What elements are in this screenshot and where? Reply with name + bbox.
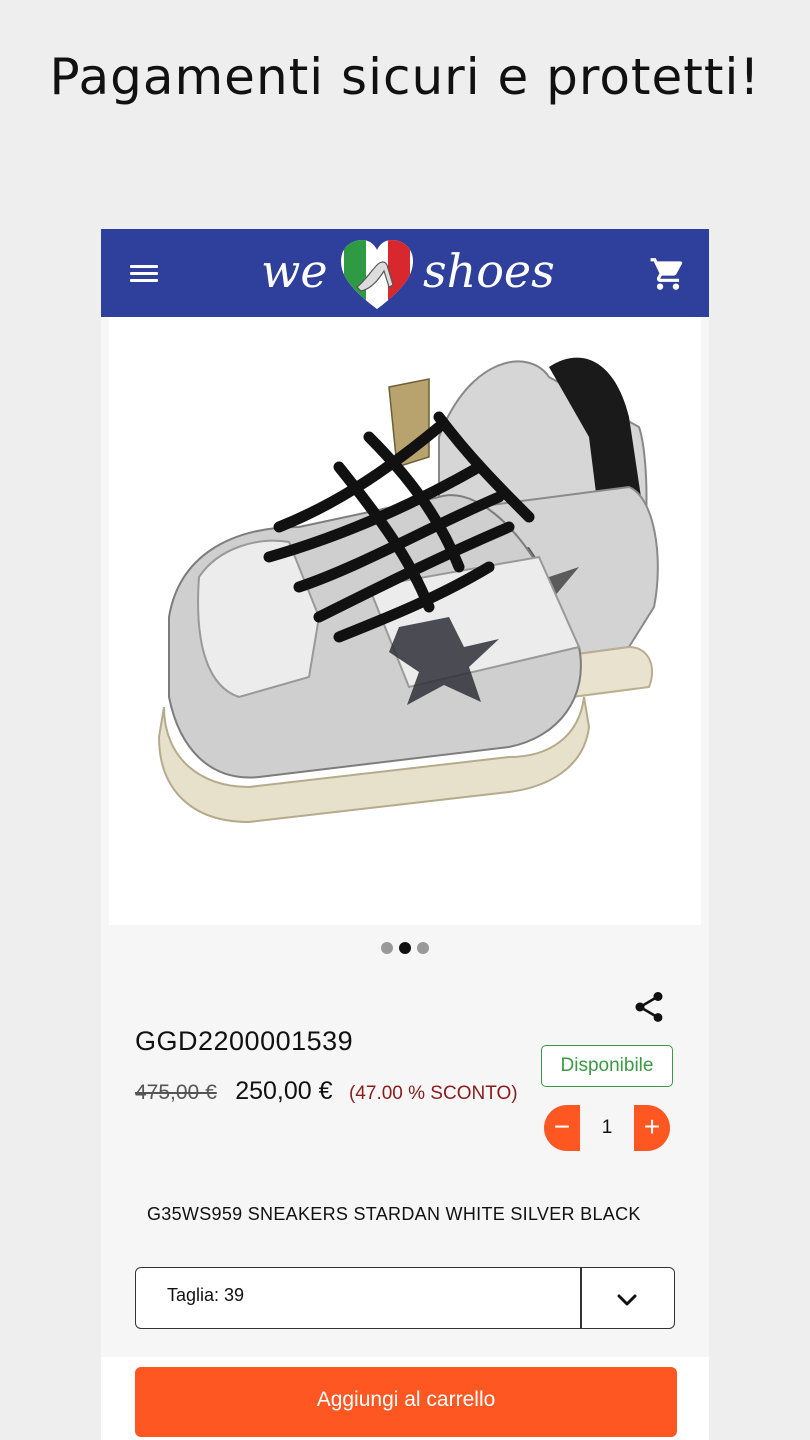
logo-text-shoes: shoes [423, 244, 555, 298]
image-pager-dots[interactable] [101, 941, 709, 959]
select-divider [580, 1268, 582, 1328]
availability-badge: Disponibile [541, 1045, 673, 1087]
add-to-cart-button[interactable]: Aggiungi al carrello [135, 1367, 677, 1437]
product-image[interactable] [109, 317, 701, 925]
old-price: 475,00 € [135, 1081, 217, 1104]
pager-dot[interactable] [381, 942, 393, 954]
italy-heart-shoe-icon [341, 240, 413, 309]
discount-label: (47.00 % SCONTO) [348, 1083, 518, 1104]
new-price: 250,00 € [235, 1077, 333, 1105]
chevron-down-icon [617, 1294, 637, 1306]
decrease-quantity-button[interactable]: − [544, 1105, 580, 1151]
share-icon[interactable] [631, 989, 667, 1025]
pager-dot-active[interactable] [399, 942, 411, 954]
product-sku: GGD2200001539 [135, 1026, 354, 1056]
hamburger-menu-icon[interactable] [125, 259, 165, 289]
pager-dot[interactable] [417, 942, 429, 954]
increase-quantity-button[interactable]: + [634, 1105, 670, 1151]
logo-text-we: we [261, 244, 328, 298]
cta-bar: Aggiungi al carrello [101, 1357, 709, 1440]
app-bar: we shoes [101, 229, 709, 317]
quantity-stepper: − 1 + [544, 1105, 670, 1151]
size-select-value: Taglia: 39 [167, 1285, 245, 1305]
app-screen: we shoes GGD2200001539 475,00 € 250,00 €… [101, 229, 709, 1440]
promo-headline: Pagamenti sicuri e protetti! [49, 48, 761, 106]
price-row: 475,00 € 250,00 € (47.00 % SCONTO) [135, 1077, 518, 1106]
sneaker-illustration [157, 357, 659, 824]
product-description: G35WS959 SNEAKERS STARDAN WHITE SILVER B… [147, 1204, 641, 1224]
quantity-value: 1 [601, 1117, 613, 1138]
shopping-cart-icon[interactable] [649, 255, 687, 293]
we-love-shoes-logo: we shoes [251, 233, 571, 317]
size-select[interactable]: Taglia: 39 [135, 1267, 675, 1329]
